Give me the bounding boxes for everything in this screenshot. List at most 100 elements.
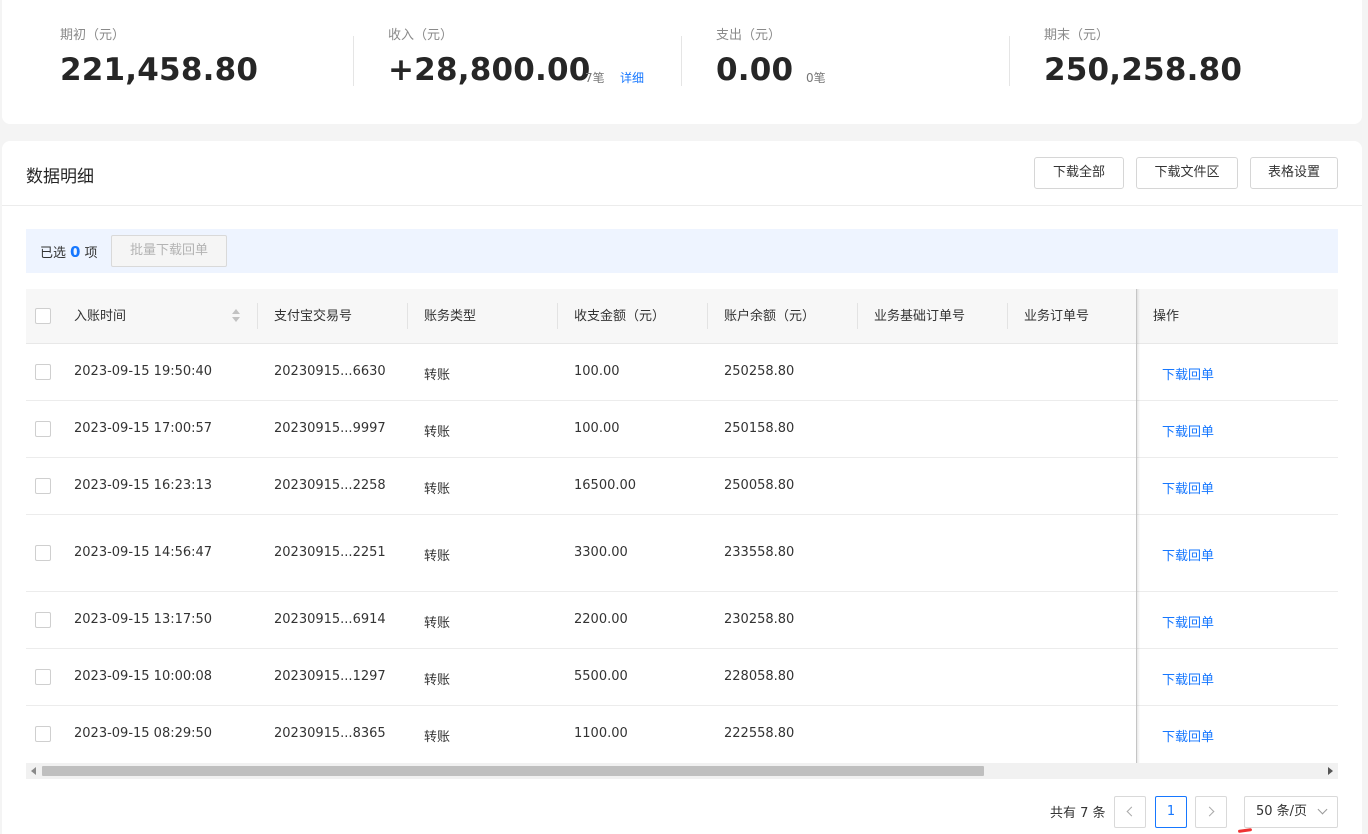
- scroll-left-icon[interactable]: [31, 767, 36, 775]
- cell-amount: 3300.00: [574, 545, 628, 560]
- row-checkbox[interactable]: [35, 545, 51, 561]
- selection-prefix: 已选: [40, 246, 67, 261]
- row-checkbox[interactable]: [35, 364, 51, 380]
- download-receipt-link[interactable]: 下载回单: [1162, 478, 1214, 497]
- cell-balance: 250258.80: [724, 364, 795, 379]
- cell-amount: 100.00: [574, 421, 620, 436]
- next-page-button[interactable]: [1195, 796, 1227, 828]
- column-divider: [257, 303, 258, 329]
- cell-balance: 222558.80: [724, 726, 795, 741]
- selection-summary: 已选 0 项: [40, 242, 97, 261]
- header-amount: 收支金额（元）: [574, 309, 666, 324]
- page-size-value: 50 条/页: [1256, 804, 1308, 819]
- cell-type: 转账: [424, 425, 451, 440]
- cell-trade-no: 20230915...8365: [274, 726, 386, 741]
- cell-trade-no: 20230915...1297: [274, 669, 386, 684]
- cell-type: 转账: [424, 482, 451, 497]
- chevron-right-icon: [1204, 806, 1215, 817]
- table-row: 2023-09-15 08:29:50 20230915...8365 转账 1…: [26, 706, 1338, 763]
- column-divider: [557, 303, 558, 329]
- cell-type: 转账: [424, 368, 451, 383]
- expense-label: 支出（元）: [716, 28, 782, 43]
- table-row: 2023-09-15 13:17:50 20230915...6914 转账 2…: [26, 592, 1338, 649]
- download-receipt-link[interactable]: 下载回单: [1162, 364, 1214, 383]
- header-base-order: 业务基础订单号: [874, 309, 966, 324]
- table-settings-button[interactable]: 表格设置: [1250, 157, 1338, 189]
- table-row: 2023-09-15 16:23:13 20230915...2258 转账 1…: [26, 458, 1338, 515]
- selection-bar: 已选 0 项 批量下载回单: [26, 229, 1338, 273]
- stat-divider: [1009, 36, 1010, 86]
- table-row: 2023-09-15 14:56:47 20230915...2251 转账 3…: [26, 515, 1338, 592]
- cell-amount: 5500.00: [574, 669, 628, 684]
- cell-time: 2023-09-15 19:50:40: [74, 364, 213, 379]
- selection-count: 0: [70, 243, 81, 261]
- scrollbar-thumb[interactable]: [42, 766, 984, 776]
- fixed-column-shadow: [1136, 289, 1140, 763]
- opening-balance-value: 221,458.80: [60, 52, 259, 88]
- page-number-button[interactable]: 1: [1155, 796, 1187, 828]
- income-label: 收入（元）: [388, 28, 454, 43]
- batch-download-button[interactable]: 批量下载回单: [111, 235, 227, 267]
- cell-time: 2023-09-15 13:17:50: [74, 612, 213, 627]
- data-detail-panel: 数据明细 下载全部 下载文件区 表格设置 已选 0 项 批量下载回单 入账时间 支付…: [2, 141, 1362, 834]
- closing-balance-value: 250,258.80: [1044, 52, 1243, 88]
- cell-type: 转账: [424, 549, 451, 564]
- income-value: +28,800.00: [388, 52, 591, 88]
- row-checkbox[interactable]: [35, 421, 51, 437]
- column-divider: [707, 303, 708, 329]
- header-type: 账务类型: [424, 309, 477, 324]
- cell-amount: 2200.00: [574, 612, 628, 627]
- chevron-down-icon: [1317, 804, 1328, 815]
- prev-page-button[interactable]: [1114, 796, 1146, 828]
- select-all-checkbox[interactable]: [35, 308, 51, 324]
- summary-panel: 期初（元） 221,458.80 收入（元） +28,800.00 7笔 详细 …: [2, 0, 1362, 124]
- scroll-right-icon[interactable]: [1328, 767, 1333, 775]
- download-receipt-link[interactable]: 下载回单: [1162, 421, 1214, 440]
- cell-trade-no: 20230915...2251: [274, 545, 386, 560]
- income-detail-link[interactable]: 详细: [620, 69, 644, 86]
- download-receipt-link[interactable]: 下载回单: [1162, 726, 1214, 745]
- cell-time: 2023-09-15 17:00:57: [74, 421, 213, 436]
- closing-balance-label: 期末（元）: [1044, 28, 1110, 43]
- stat-divider: [681, 36, 682, 86]
- cell-trade-no: 20230915...6630: [274, 364, 386, 379]
- selection-suffix: 项: [84, 246, 98, 261]
- header-order: 业务订单号: [1024, 309, 1090, 324]
- row-checkbox[interactable]: [35, 612, 51, 628]
- cell-balance: 233558.80: [724, 545, 795, 560]
- stat-divider: [353, 36, 354, 86]
- table-header: 入账时间 支付宝交易号 账务类型 收支金额（元） 账户余额（元） 业务基础订单号…: [26, 289, 1338, 344]
- cell-type: 转账: [424, 673, 451, 688]
- cell-trade-no: 20230915...6914: [274, 612, 386, 627]
- header-trade-no: 支付宝交易号: [274, 309, 353, 324]
- row-checkbox[interactable]: [35, 726, 51, 742]
- column-divider: [407, 303, 408, 329]
- cell-trade-no: 20230915...9997: [274, 421, 386, 436]
- table-row: 2023-09-15 17:00:57 20230915...9997 转账 1…: [26, 401, 1338, 458]
- row-checkbox[interactable]: [35, 669, 51, 685]
- header-posting-time[interactable]: 入账时间: [74, 289, 126, 344]
- header-actions: 操作: [1153, 309, 1180, 324]
- download-receipt-link[interactable]: 下载回单: [1162, 545, 1214, 564]
- sort-icon[interactable]: [232, 309, 241, 323]
- cell-amount: 1100.00: [574, 726, 628, 741]
- download-all-button[interactable]: 下载全部: [1034, 157, 1124, 189]
- cell-time: 2023-09-15 14:56:47: [74, 545, 213, 560]
- income-count: 7笔: [585, 71, 605, 85]
- panel-title: 数据明细: [26, 167, 94, 187]
- download-receipt-link[interactable]: 下载回单: [1162, 669, 1214, 688]
- cell-type: 转账: [424, 730, 451, 745]
- download-receipt-link[interactable]: 下载回单: [1162, 612, 1214, 631]
- table-row: 2023-09-15 19:50:40 20230915...6630 转账 1…: [26, 344, 1338, 401]
- download-area-button[interactable]: 下载文件区: [1136, 157, 1238, 189]
- cell-type: 转账: [424, 616, 451, 631]
- row-checkbox[interactable]: [35, 478, 51, 494]
- cell-time: 2023-09-15 10:00:08: [74, 669, 213, 684]
- cell-time: 2023-09-15 16:23:13: [74, 478, 213, 493]
- pagination-total: 共有 7 条: [1050, 806, 1106, 821]
- cell-balance: 230258.80: [724, 612, 795, 627]
- page-size-select[interactable]: 50 条/页: [1244, 796, 1338, 828]
- cell-trade-no: 20230915...2258: [274, 478, 386, 493]
- expense-value: 0.00: [716, 52, 794, 88]
- horizontal-scrollbar[interactable]: [26, 763, 1338, 779]
